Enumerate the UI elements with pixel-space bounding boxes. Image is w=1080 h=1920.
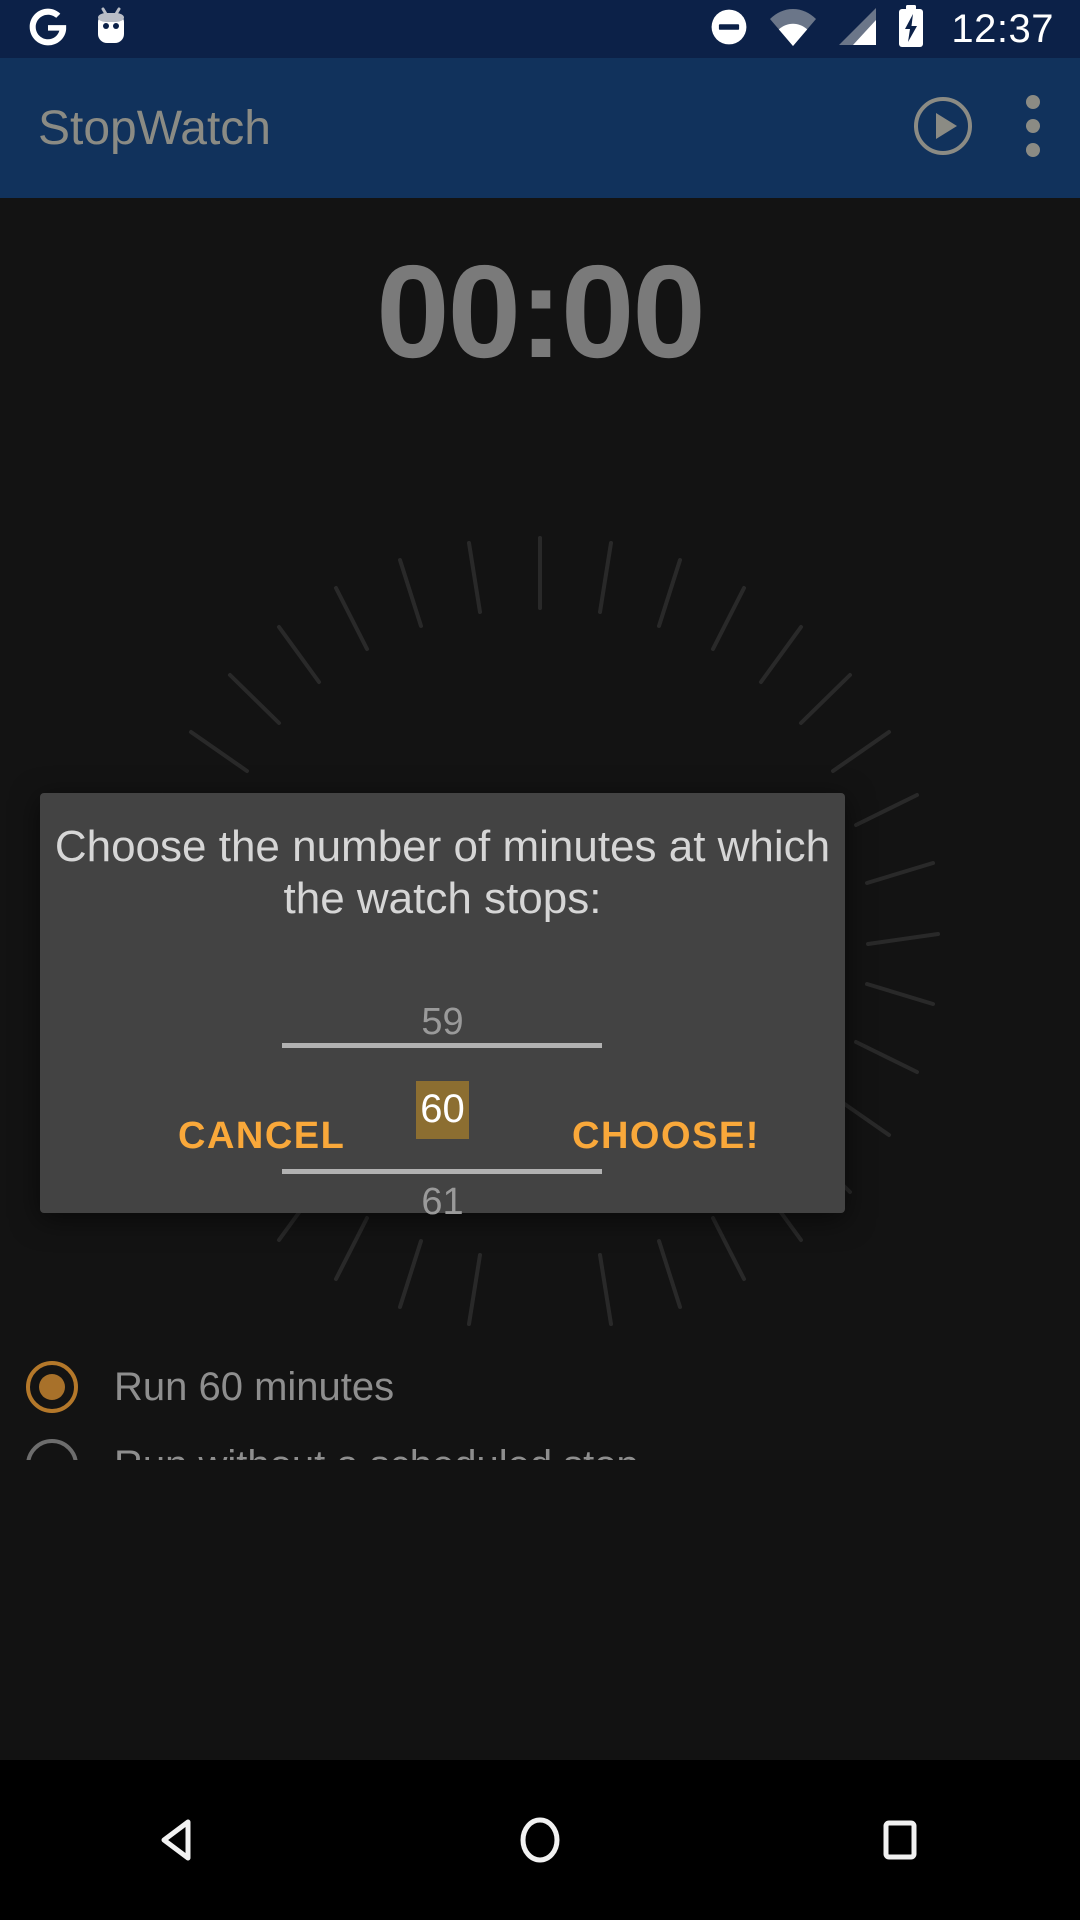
option-run-no-stop-label: Run without a scheduled stop — [114, 1443, 639, 1461]
status-bar-notifications — [26, 5, 130, 54]
home-circle-icon[interactable] — [480, 1780, 600, 1900]
radio-unselected-icon[interactable] — [26, 1439, 78, 1460]
status-bar: 12:37 — [0, 0, 1080, 58]
choose-button[interactable]: CHOOSE! — [572, 1115, 760, 1158]
cell-signal-icon — [835, 6, 879, 53]
status-bar-clock: 12:37 — [951, 7, 1054, 51]
phone-screen: 12:37 StopWatch 00:00 Choose the number … — [0, 0, 1080, 1920]
google-g-icon — [26, 5, 70, 54]
main-content: 00:00 Choose the number of minutes at wh… — [0, 198, 1080, 1460]
picker-next-value[interactable]: 61 — [40, 1183, 845, 1221]
cancel-button[interactable]: CANCEL — [178, 1115, 345, 1158]
option-run-no-stop[interactable]: Run without a scheduled stop — [22, 1426, 1052, 1460]
radio-selected-icon[interactable] — [26, 1361, 78, 1413]
overflow-menu-icon[interactable] — [1024, 93, 1042, 164]
wifi-icon — [769, 6, 817, 53]
app-title: StopWatch — [38, 101, 271, 155]
battery-charging-icon — [897, 4, 925, 54]
play-circle-icon[interactable] — [912, 95, 974, 162]
system-navigation-bar — [0, 1760, 1080, 1920]
run-mode-options: Run 60 minutes Run without a scheduled s… — [22, 1348, 1052, 1460]
android-head-icon — [92, 7, 130, 52]
status-bar-system-icons: 12:37 — [707, 4, 1054, 54]
picker-previous-value[interactable]: 59 — [40, 1003, 845, 1041]
dialog-actions: CANCEL CHOOSE! — [40, 1115, 845, 1175]
app-bar-actions — [912, 93, 1042, 164]
timer-display: 00:00 — [376, 238, 706, 385]
recents-square-icon[interactable] — [840, 1780, 960, 1900]
option-run-minutes[interactable]: Run 60 minutes — [22, 1348, 1052, 1426]
picker-divider-top — [282, 1043, 602, 1048]
dialog-title: Choose the number of minutes at which th… — [54, 822, 831, 923]
minutes-picker-dialog: Choose the number of minutes at which th… — [40, 793, 845, 1221]
do-not-disturb-icon — [707, 5, 751, 54]
app-bar: StopWatch — [0, 58, 1080, 198]
back-triangle-icon[interactable] — [120, 1780, 240, 1900]
option-run-minutes-label: Run 60 minutes — [114, 1364, 395, 1409]
